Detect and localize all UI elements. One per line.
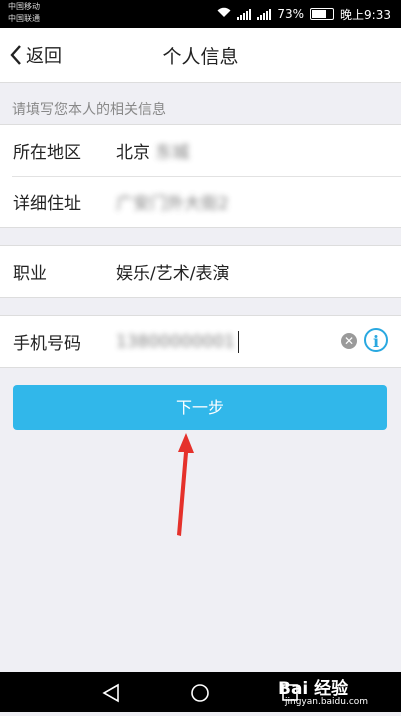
home-nav-icon [191,684,209,702]
red-arrow-annotation [177,433,194,536]
baidu-watermark: Bai 经验 [278,679,349,699]
back-nav-icon [102,683,119,703]
watermark-url: jingyan.baidu.com [285,697,369,707]
